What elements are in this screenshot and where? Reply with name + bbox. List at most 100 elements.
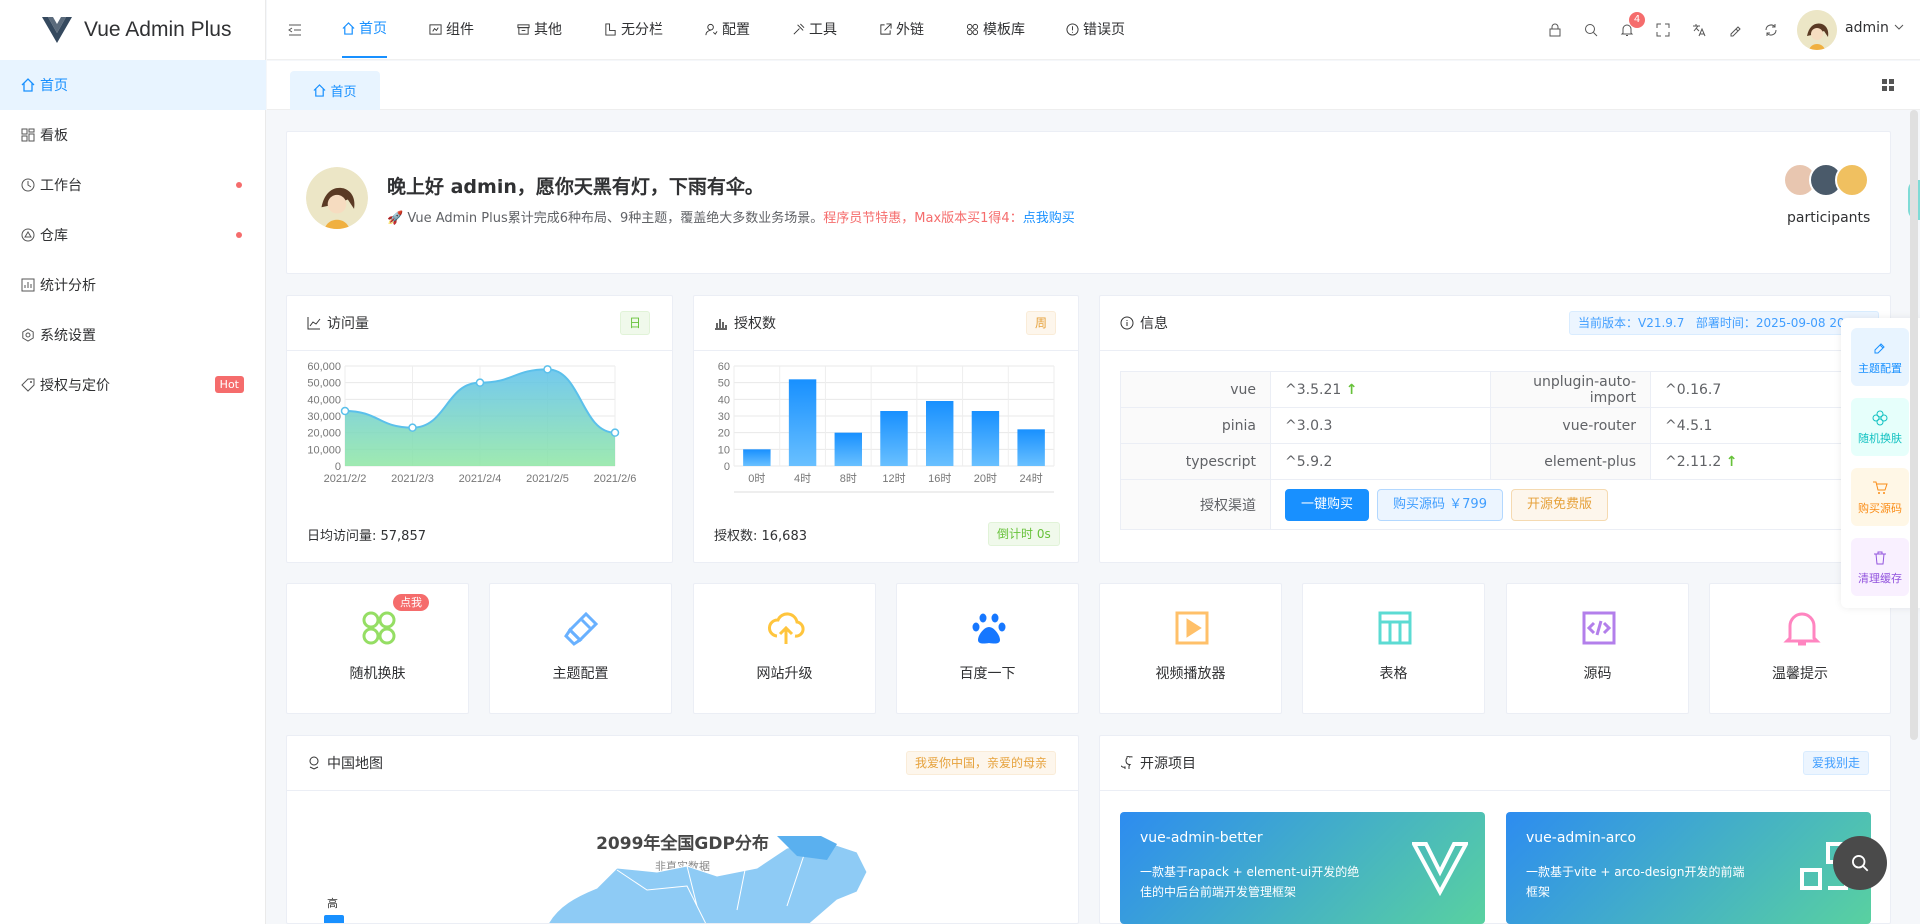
float-random-skin[interactable]: 随机换肤 bbox=[1851, 398, 1909, 456]
fold-menu-icon[interactable] bbox=[286, 21, 304, 39]
quick-card-video[interactable]: 视频播放器 bbox=[1099, 583, 1282, 714]
quick-label: 百度一下 bbox=[959, 666, 1016, 682]
map-legend-bar[interactable] bbox=[324, 915, 344, 923]
quick-label: 温馨提示 bbox=[1772, 666, 1828, 682]
dep-key: unplugin-auto-import bbox=[1490, 371, 1651, 408]
sidebar-item-statistics[interactable]: 统计分析 bbox=[0, 260, 266, 310]
sidebar-item-pricing[interactable]: 授权与定价 Hot bbox=[0, 360, 266, 410]
welcome-promo: 程序员节特惠，Max版本买1得4： bbox=[823, 211, 1023, 226]
float-label: 购买源码 bbox=[1858, 502, 1902, 515]
chevron-down-icon[interactable] bbox=[1894, 22, 1904, 32]
y-tick-label: 0 bbox=[724, 461, 730, 473]
china-map bbox=[548, 836, 868, 923]
map-icon bbox=[307, 756, 321, 770]
quick-card-table[interactable]: 表格 bbox=[1302, 583, 1485, 714]
arrow-up-icon: ↑ bbox=[1345, 381, 1358, 398]
x-tick-label: 2021/2/4 bbox=[459, 473, 502, 485]
quick-card-upgrade[interactable]: 网站升级 bbox=[693, 583, 876, 714]
project-card-vue-admin-arco[interactable]: vue-admin-arco 一款基于vite + arco-design开发的… bbox=[1506, 812, 1871, 924]
search-fab[interactable] bbox=[1833, 836, 1887, 890]
cart-icon bbox=[1873, 481, 1888, 494]
table-row: pinia ^3.0.3 vue-router ^4.5.1 bbox=[1120, 407, 1875, 444]
sidebar-item-warehouse[interactable]: 仓库 bbox=[0, 210, 266, 260]
home-icon bbox=[342, 21, 355, 35]
dep-key: vue-router bbox=[1490, 407, 1651, 444]
sidebar-item-home[interactable]: 首页 bbox=[0, 60, 266, 110]
logo[interactable]: Vue Admin Plus bbox=[0, 0, 266, 60]
float-theme-config[interactable]: 主题配置 bbox=[1851, 328, 1909, 386]
welcome-card: 晚上好 admin，愿你天黑有灯，下雨有伞。 🚀 Vue Admin Plus累… bbox=[286, 131, 1891, 274]
quick-card-source[interactable]: 源码 bbox=[1506, 583, 1689, 714]
grid-menu-icon[interactable] bbox=[1881, 78, 1895, 92]
participant-avatar bbox=[1835, 163, 1869, 197]
brush-icon bbox=[564, 611, 599, 646]
buy-source-button[interactable]: 购买源码 ￥799 bbox=[1377, 488, 1503, 521]
open-source-button[interactable]: 开源免费版 bbox=[1510, 488, 1608, 521]
line-chart-icon bbox=[307, 316, 321, 330]
sidebar-item-workbench[interactable]: 工作台 bbox=[0, 160, 266, 210]
nav-label: 首页 bbox=[359, 21, 387, 37]
float-clear-cache[interactable]: 清理缓存 bbox=[1851, 538, 1909, 596]
search-icon[interactable] bbox=[1582, 21, 1600, 39]
map-title: 中国地图 bbox=[327, 756, 383, 772]
quick-card-random-skin[interactable]: 点我 随机换肤 bbox=[286, 583, 469, 714]
trash-icon bbox=[1874, 551, 1886, 565]
participants-avatars bbox=[1783, 163, 1875, 197]
info-card: 信息 当前版本：V21.9.7 部署时间：2025-09-08 20:2 vue… bbox=[1099, 295, 1891, 563]
map-legend-high: 高 bbox=[327, 897, 338, 910]
nav-external[interactable]: 外链 bbox=[879, 0, 924, 58]
project-card-vue-admin-better[interactable]: vue-admin-better 一款基于rapack + element-ui… bbox=[1120, 812, 1485, 924]
sidebar-item-label: 授权与定价 bbox=[40, 378, 110, 394]
video-icon bbox=[1175, 611, 1209, 645]
user-name[interactable]: admin bbox=[1845, 20, 1889, 36]
nav-label: 工具 bbox=[809, 22, 837, 38]
welcome-avatar bbox=[306, 167, 368, 229]
sidebar-item-label: 统计分析 bbox=[40, 278, 96, 294]
sidebar-item-label: 系统设置 bbox=[40, 328, 96, 344]
nav-home[interactable]: 首页 bbox=[342, 0, 387, 58]
nav-components[interactable]: 组件 bbox=[429, 0, 474, 58]
nav-label: 组件 bbox=[446, 22, 474, 38]
visits-card: 访问量 日 0 10,000 20,000 30,000 40,000 50,000 60,… bbox=[286, 295, 673, 563]
sidebar-item-settings[interactable]: 系统设置 bbox=[0, 310, 266, 360]
lock-icon[interactable] bbox=[1546, 21, 1564, 39]
auth-footer: 授权数: 16,683 bbox=[714, 529, 807, 544]
vue-logo-icon bbox=[1412, 842, 1468, 896]
float-buy-source[interactable]: 购买源码 bbox=[1851, 468, 1909, 526]
y-tick-label: 40,000 bbox=[307, 394, 341, 406]
bar bbox=[971, 411, 1000, 466]
y-tick-label: 30,000 bbox=[307, 411, 341, 423]
quick-card-baidu[interactable]: 百度一下 bbox=[896, 583, 1079, 714]
fullscreen-icon[interactable] bbox=[1654, 21, 1672, 39]
buy-now-button[interactable]: 一键购买 bbox=[1285, 488, 1370, 521]
translate-icon[interactable] bbox=[1690, 21, 1708, 39]
quick-card-theme[interactable]: 主题配置 bbox=[489, 583, 672, 714]
nav-tools[interactable]: 工具 bbox=[792, 0, 837, 58]
click-me-badge: 点我 bbox=[393, 594, 429, 611]
refresh-icon[interactable] bbox=[1762, 21, 1780, 39]
quick-label: 随机换肤 bbox=[349, 666, 406, 682]
participants-label: participants bbox=[1787, 210, 1871, 226]
x-tick-label: 24时 bbox=[1020, 472, 1043, 485]
theme-brush-icon[interactable] bbox=[1726, 21, 1744, 39]
page-scrollbar[interactable] bbox=[1910, 110, 1918, 740]
nav-config[interactable]: 配置 bbox=[705, 0, 750, 58]
dep-key: pinia bbox=[1120, 407, 1271, 444]
buy-link[interactable]: 点我购买 bbox=[1023, 211, 1075, 226]
nav-error[interactable]: 错误页 bbox=[1066, 0, 1125, 58]
nav-templates[interactable]: 模板库 bbox=[966, 0, 1025, 58]
avatar[interactable] bbox=[1797, 10, 1837, 50]
tab-home[interactable]: 首页 bbox=[290, 71, 380, 110]
github-icon bbox=[1120, 756, 1134, 770]
version-tag: 当前版本：V21.9.7 部署时间：2025-09-08 20:2 bbox=[1569, 311, 1879, 335]
nav-others[interactable]: 其他 bbox=[517, 0, 562, 58]
data-point bbox=[408, 423, 417, 432]
clover-icon bbox=[362, 611, 396, 645]
y-tick-label: 20 bbox=[718, 428, 730, 440]
welcome-greeting: 晚上好 admin，愿你天黑有灯，下雨有伞。 bbox=[387, 176, 764, 198]
x-tick-label: 2021/2/2 bbox=[324, 473, 367, 485]
y-tick-label: 0 bbox=[335, 461, 341, 473]
sidebar-item-dashboard[interactable]: 看板 bbox=[0, 110, 266, 160]
settings-icon bbox=[20, 327, 36, 343]
nav-no-column[interactable]: 无分栏 bbox=[604, 0, 663, 58]
